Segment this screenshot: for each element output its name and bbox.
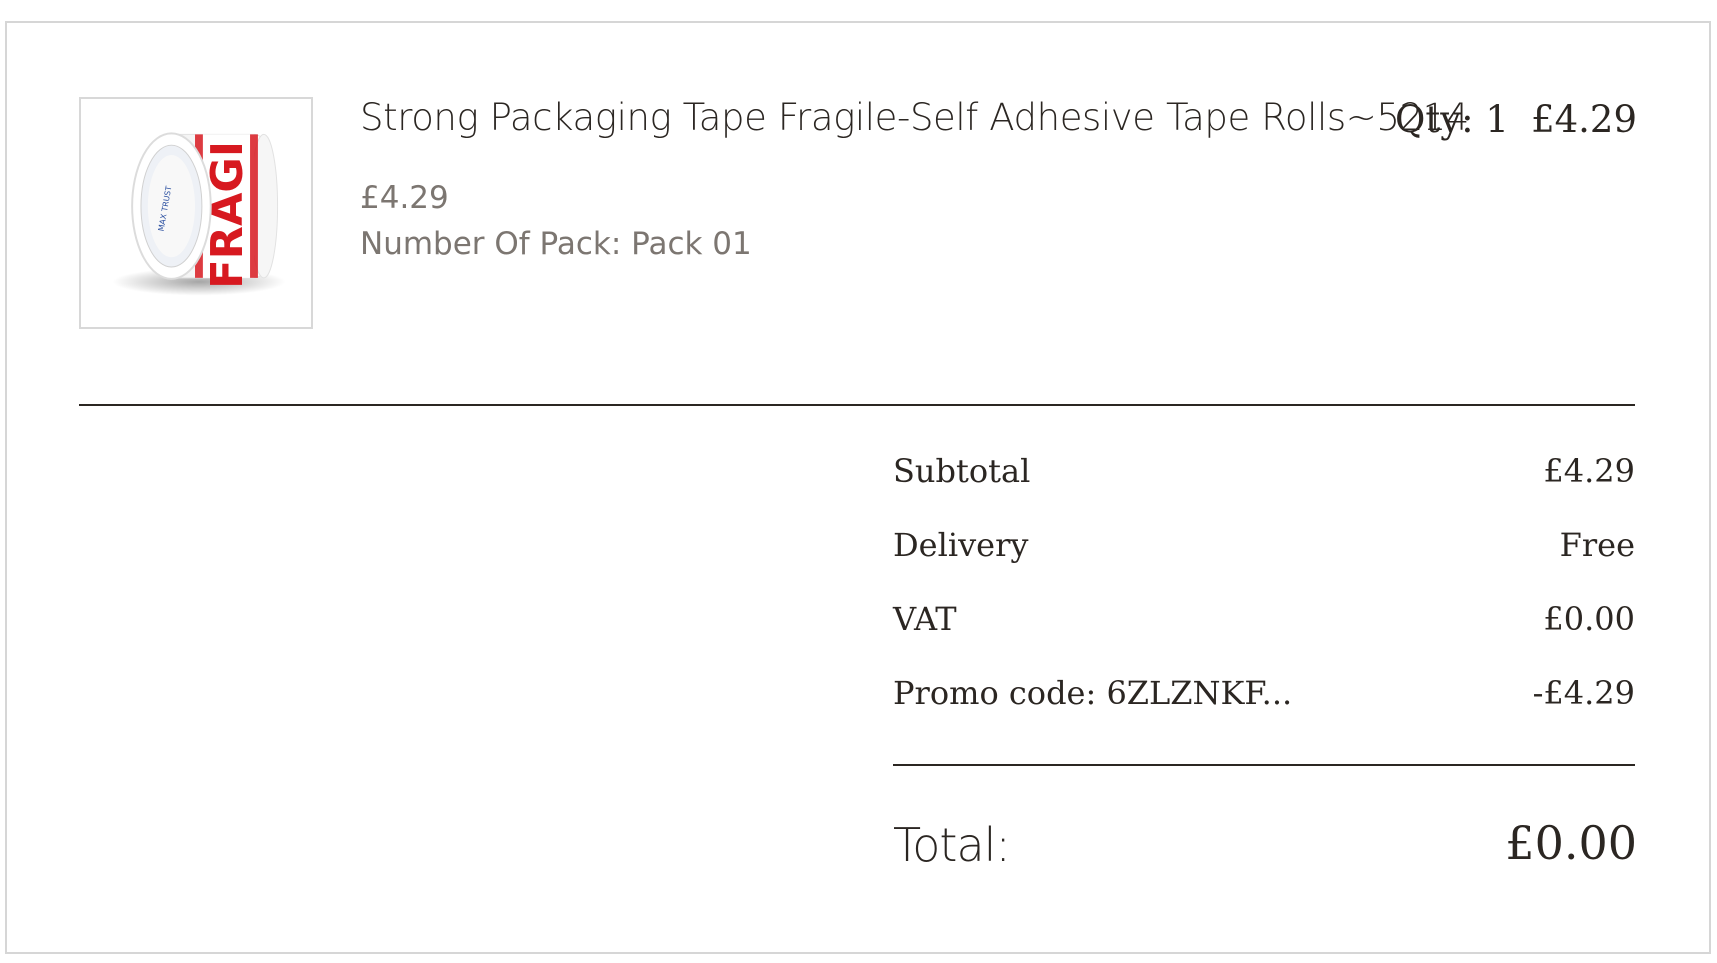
product-unit-price: £4.29 [360, 180, 449, 216]
subtotal-value: £4.29 [1543, 452, 1635, 490]
delivery-label: Delivery [893, 526, 1029, 564]
subtotal-row: Subtotal £4.29 [893, 452, 1635, 502]
divider [79, 404, 1635, 406]
promo-code-label: Promo code: 6ZLZNKF... [893, 674, 1293, 712]
summary-divider [893, 764, 1635, 766]
subtotal-label: Subtotal [893, 452, 1031, 490]
vat-row: VAT £0.00 [893, 600, 1635, 650]
product-variant: Number Of Pack: Pack 01 [360, 226, 752, 262]
product-image: FRAGI MAX TRUST [79, 97, 313, 329]
total-label: Total: [893, 818, 1011, 872]
delivery-row: Delivery Free [893, 526, 1635, 576]
vat-label: VAT [893, 600, 957, 638]
vat-value: £0.00 [1543, 600, 1635, 638]
delivery-value: Free [1559, 526, 1635, 564]
product-title[interactable]: Strong Packaging Tape Fragile-Self Adhes… [360, 96, 1469, 139]
quantity: Qty: 1 [1395, 98, 1509, 141]
promo-row: Promo code: 6ZLZNKF... -£4.29 [893, 674, 1635, 724]
total-value: £0.00 [1505, 816, 1637, 870]
line-price: £4.29 [1531, 98, 1637, 141]
promo-discount-value: -£4.29 [1532, 674, 1635, 712]
